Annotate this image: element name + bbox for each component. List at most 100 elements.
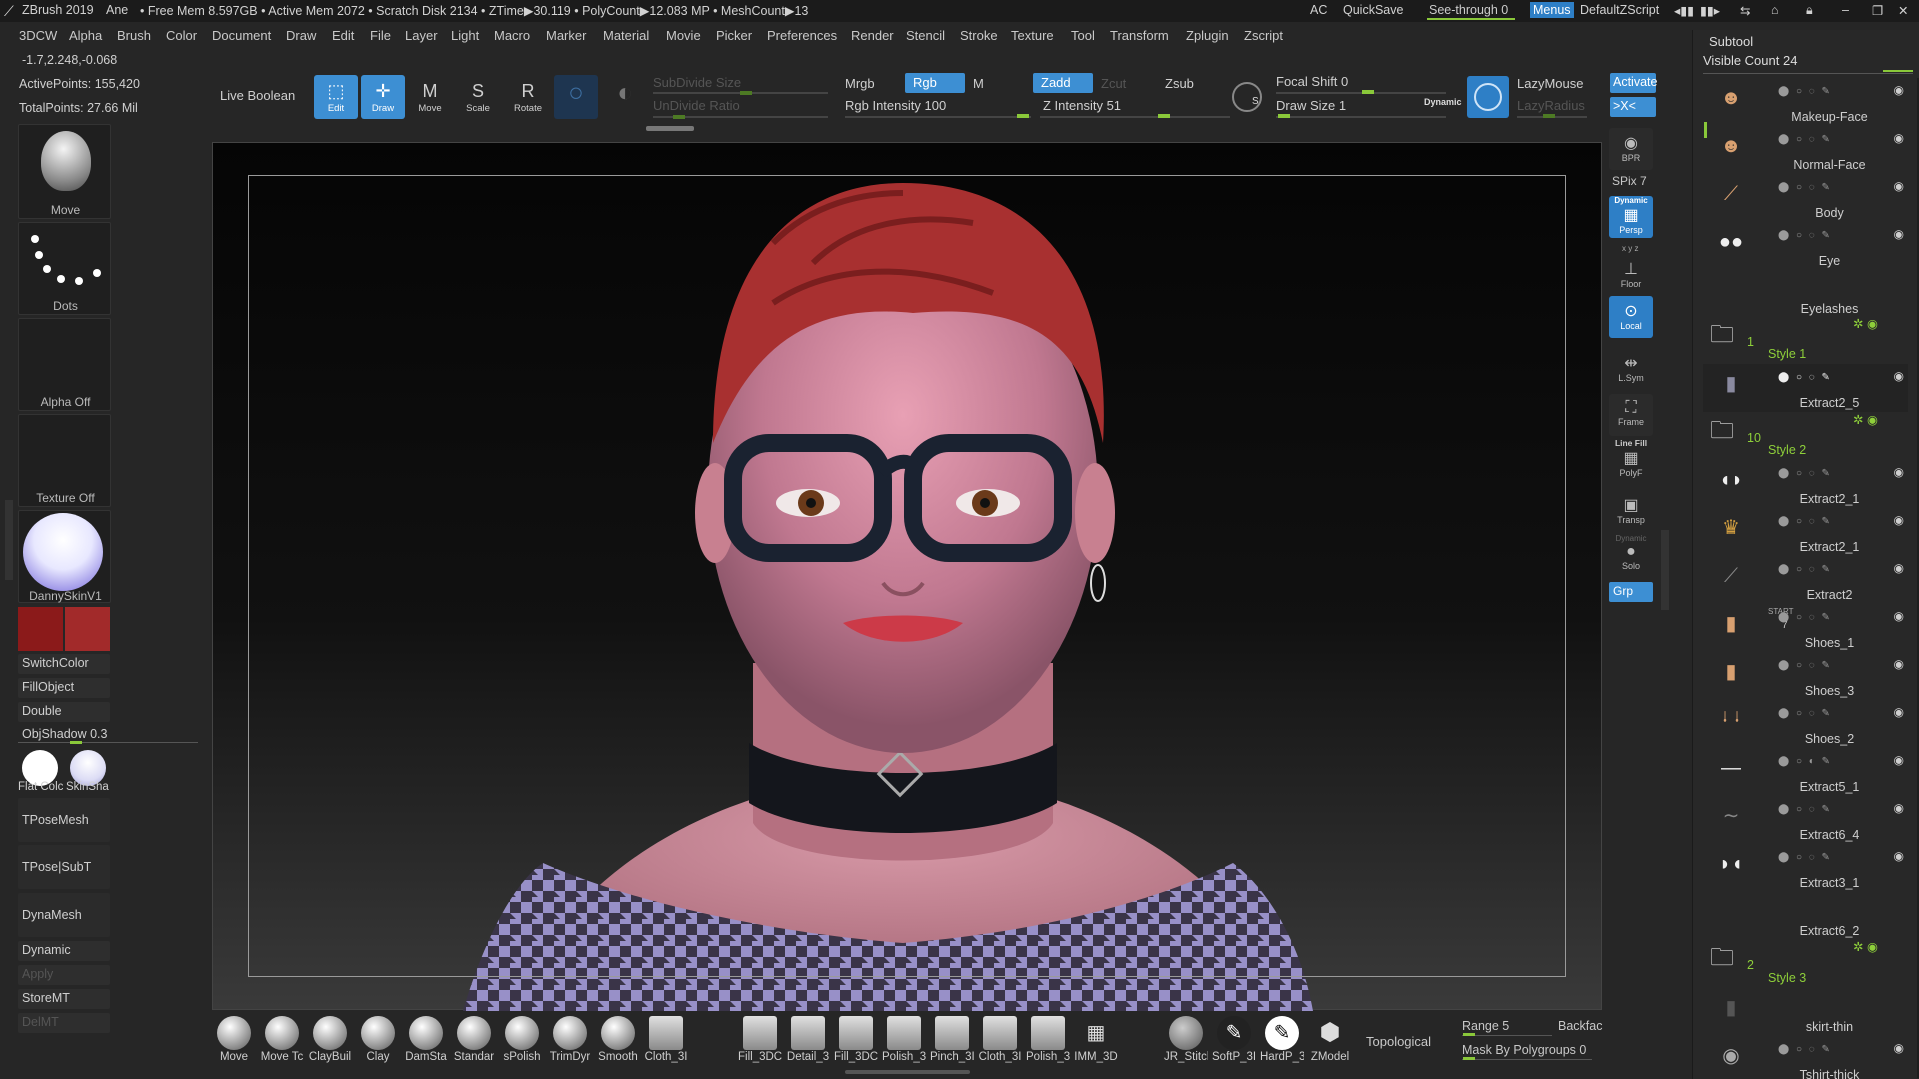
solo-button[interactable]: Dynamic ● Solo: [1609, 534, 1653, 576]
subtool-row[interactable]: — ⬤ ○ ◐ ✎ ◉ Extract5_1: [1703, 748, 1908, 796]
minimize-icon[interactable]: –: [1842, 3, 1849, 17]
texture-thumbnail[interactable]: Texture Off: [18, 414, 111, 507]
rgb-button[interactable]: Rgb: [905, 73, 965, 93]
scale-button[interactable]: S Scale: [456, 75, 500, 119]
subtool-controls[interactable]: ⬤ ○ ◌ ✎: [1778, 468, 1832, 479]
folder-icon[interactable]: 🗀︎: [1710, 317, 1734, 358]
secondary-color-swatch[interactable]: [65, 607, 110, 651]
menu-marker[interactable]: Marker: [546, 28, 586, 43]
draw-size-slider[interactable]: Draw Size 1: [1276, 98, 1346, 113]
subtool-controls[interactable]: ⬤ ○ ◌ ✎: [1778, 660, 1832, 671]
subtool-row[interactable]: ◉ ⬤ ○ ◌ ✎ ◉ Tshirt-thick: [1703, 1036, 1908, 1079]
restore-icon[interactable]: ❐: [1872, 3, 1883, 18]
subtool-row[interactable]: ∼ ⬤ ○ ◌ ✎ ◉ Extract6_4: [1703, 796, 1908, 844]
brush-cloth-2[interactable]: Cloth_3I: [978, 1016, 1022, 1066]
folder-icon[interactable]: 🗀︎: [1710, 940, 1734, 981]
brush-trimdynamic[interactable]: TrimDyr: [548, 1016, 592, 1066]
activate-button[interactable]: Activate: [1610, 73, 1657, 93]
menu-tool[interactable]: Tool: [1071, 28, 1095, 43]
menu-stencil[interactable]: Stencil: [906, 28, 945, 43]
alpha-thumbnail[interactable]: Alpha Off: [18, 318, 111, 411]
lsym-button[interactable]: ⇹ L.Sym: [1609, 348, 1653, 390]
subtool-row[interactable]: ☻ ⬤ ○ ◌ ✎ ◉ Normal-Face: [1703, 126, 1908, 174]
right-tray-handle[interactable]: [1661, 530, 1669, 610]
default-zscript-button[interactable]: DefaultZScript: [1580, 3, 1659, 17]
visibility-eye-icon[interactable]: ◉: [1894, 83, 1904, 97]
swap-windows-icon[interactable]: ⇆: [1740, 3, 1750, 18]
ac-button[interactable]: AC: [1310, 3, 1327, 17]
menu-zplugin[interactable]: Zplugin: [1186, 28, 1229, 43]
objshadow-slider[interactable]: ObjShadow 0.3: [22, 727, 107, 741]
brush-hardp[interactable]: ✎ HardP_3: [1260, 1016, 1304, 1066]
zbrush-logo-icon[interactable]: ⟋: [4, 3, 14, 20]
subtool-row[interactable]: ☻ ⬤ ○ ◌ ✎ ◉ Makeup-Face: [1703, 78, 1908, 126]
frame-button[interactable]: ⛶ Frame: [1609, 394, 1653, 436]
draw-button[interactable]: ✛ Draw: [361, 75, 405, 119]
gizmo-button[interactable]: ○: [554, 75, 598, 119]
brush-fill-3dc[interactable]: Fill_3DC: [738, 1016, 782, 1066]
focal-shift-slider[interactable]: Focal Shift 0: [1276, 74, 1348, 89]
move-button[interactable]: M Move: [408, 75, 452, 119]
brush-thumbnail[interactable]: Move: [18, 124, 111, 219]
brush-cloth[interactable]: Cloth_3I: [644, 1016, 688, 1066]
menu-preferences[interactable]: Preferences: [767, 28, 837, 43]
menu-macro[interactable]: Macro: [494, 28, 530, 43]
mrgb-button[interactable]: Mrgb: [845, 76, 875, 91]
subtool-row[interactable]: ▮ ⬤ ○ ◌ ✎ ◉ Shoes_3: [1703, 652, 1908, 700]
subtool-controls[interactable]: ⬤ ○ ◌ ✎: [1778, 612, 1832, 623]
visibility-eye-icon[interactable]: ◉: [1894, 705, 1904, 719]
menu-file[interactable]: File: [370, 28, 391, 43]
zadd-button[interactable]: Zadd: [1033, 73, 1093, 93]
subtool-controls[interactable]: ⬤ ○ ◌ ✎: [1778, 182, 1832, 193]
brush-smooth[interactable]: Smooth: [596, 1016, 640, 1066]
zcut-button[interactable]: Zcut: [1101, 76, 1126, 91]
menu-stroke[interactable]: Stroke: [960, 28, 998, 43]
menus-button[interactable]: Menus: [1530, 2, 1574, 18]
undivide-ratio-slider[interactable]: UnDivide Ratio: [653, 98, 740, 113]
menu-light[interactable]: Light: [451, 28, 479, 43]
material-thumbnail[interactable]: DannySkinV1: [18, 510, 111, 603]
menu-document[interactable]: Document: [212, 28, 271, 43]
menu-movie[interactable]: Movie: [666, 28, 701, 43]
brush-imm[interactable]: ▦ IMM_3D: [1074, 1016, 1118, 1066]
subtool-row[interactable]: ᛍᛍ ⬤ ○ ◌ ✎ ◉ Shoes_2: [1703, 700, 1908, 748]
visibility-eye-icon[interactable]: ◉: [1894, 179, 1904, 193]
rotate-button[interactable]: R Rotate: [506, 75, 550, 119]
brush-damstandard[interactable]: DamSta: [404, 1016, 448, 1066]
subtool-row[interactable]: ◗◖ ⬤ ○ ◌ ✎ ◉ Extract3_1: [1703, 844, 1908, 892]
menu-3dcw[interactable]: 3DCW: [19, 28, 57, 43]
persp-button[interactable]: Dynamic ▦ Persp: [1609, 196, 1653, 238]
menu-zscript[interactable]: Zscript: [1244, 28, 1283, 43]
visibility-eye-icon[interactable]: ◉: [1894, 561, 1904, 575]
subtool-row[interactable]: ●● ⬤ ○ ◌ ✎ ◉ Eye: [1703, 222, 1908, 270]
subtool-row[interactable]: Eyelashes: [1703, 270, 1908, 318]
folder-settings-icon[interactable]: ✲ ◉: [1853, 412, 1878, 427]
palette-icon[interactable]: ⌂: [1771, 3, 1779, 17]
subtool-controls[interactable]: ⬤ ○ ◌ ✎: [1778, 1044, 1832, 1055]
menu-color[interactable]: Color: [166, 28, 197, 43]
subtool-row[interactable]: ◖◗ ⬤ ○ ◌ ✎ ◉ Extract2_1: [1703, 460, 1908, 508]
sculptris-button[interactable]: ◐: [603, 75, 647, 119]
dynamesh-button[interactable]: DynaMesh: [18, 893, 110, 937]
brush-claybuildup[interactable]: ClayBuil: [308, 1016, 352, 1066]
z-intensity-slider[interactable]: Z Intensity 51: [1043, 98, 1121, 113]
visibility-eye-icon[interactable]: ◉: [1894, 753, 1904, 767]
subtool-controls[interactable]: ⬤ ○ ◌ ✎: [1778, 708, 1832, 719]
range-slider[interactable]: Range 5: [1462, 1019, 1509, 1033]
lazyradius-slider[interactable]: LazyRadius: [1517, 98, 1585, 113]
visibility-eye-icon[interactable]: ◉: [1894, 131, 1904, 145]
brush-move-topological[interactable]: Move Tc: [260, 1016, 304, 1066]
brush-polish[interactable]: Polish_3: [882, 1016, 926, 1066]
visibility-eye-icon[interactable]: ◉: [1894, 609, 1904, 623]
subtool-controls[interactable]: ⬤ ○ ◌ ✎: [1778, 516, 1832, 527]
visibility-eye-icon[interactable]: ◉: [1894, 465, 1904, 479]
visibility-eye-icon[interactable]: ◉: [1894, 227, 1904, 241]
visibility-eye-icon[interactable]: ◉: [1894, 657, 1904, 671]
subdivide-size-slider[interactable]: SubDivide Size: [653, 75, 741, 90]
delmt-button[interactable]: DelMT: [18, 1013, 110, 1033]
subtool-controls[interactable]: ⬤ ○ ◌ ✎: [1778, 852, 1832, 863]
subtool-controls[interactable]: ⬤ ○ ◌ ✎: [1778, 230, 1832, 241]
canvas-scroll-handle[interactable]: [845, 1070, 970, 1074]
polyf-button[interactable]: Line Fill ▦ PolyF: [1609, 438, 1653, 480]
subtool-controls[interactable]: ⬤ ○ ◌ ✎: [1778, 372, 1832, 383]
